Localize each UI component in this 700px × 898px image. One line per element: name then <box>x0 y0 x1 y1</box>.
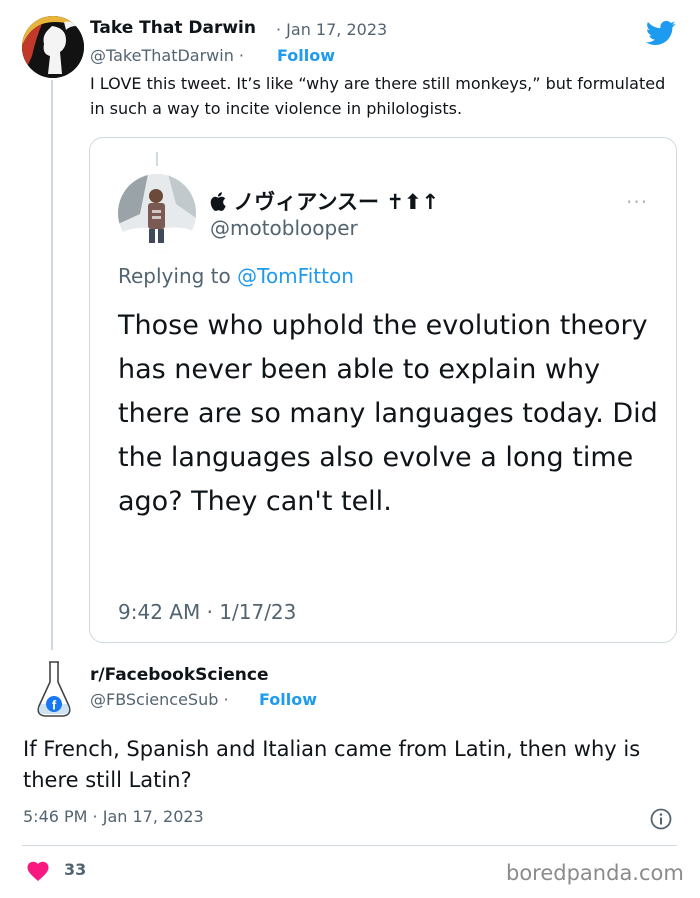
reply-time[interactable]: 5:46 PM · Jan 17, 2023 <box>23 807 204 826</box>
thread-line <box>51 80 53 650</box>
follow-button[interactable]: Follow <box>277 46 335 65</box>
follow-button[interactable]: Follow <box>259 690 317 709</box>
replying-prefix: Replying to <box>118 264 238 288</box>
watermark: boredpanda.com <box>506 861 684 885</box>
reply-text: If French, Spanish and Italian came from… <box>23 737 641 792</box>
embedded-author-name-text: ノヴィアンスー ✝︎⬆︎↑ <box>226 190 440 214</box>
replying-to: Replying to @TomFitton <box>118 264 354 288</box>
divider <box>22 845 677 846</box>
author-name[interactable]: Take That Darwin <box>90 18 256 38</box>
like-count: 33 <box>64 860 87 879</box>
reply-author-name[interactable]: r/FacebookScience <box>90 665 269 685</box>
embedded-author-name[interactable]: ノヴィアンスー ✝︎⬆︎↑ <box>210 186 439 216</box>
apple-logo-icon <box>210 192 226 211</box>
info-icon[interactable] <box>650 808 672 830</box>
embedded-tweet-time[interactable]: 9:42 AM · 1/17/23 <box>118 600 296 624</box>
heart-icon[interactable] <box>26 860 50 882</box>
embedded-tweet-text: Those who uphold the evolution theory ha… <box>118 310 658 517</box>
replying-mention-link[interactable]: @TomFitton <box>237 264 354 288</box>
author-handle[interactable]: @TakeThatDarwin · <box>90 46 244 65</box>
embedded-author-handle[interactable]: @motoblooper <box>210 216 358 240</box>
avatar[interactable] <box>22 16 84 78</box>
more-options-icon[interactable]: ··· <box>626 190 648 214</box>
tweet-text: I LOVE this tweet. It’s like “why are th… <box>90 74 666 118</box>
avatar[interactable] <box>118 174 196 252</box>
flask-avatar-icon[interactable]: f <box>36 660 72 718</box>
thread-line <box>156 152 158 166</box>
svg-text:f: f <box>52 698 57 713</box>
twitter-bird-icon[interactable] <box>644 18 678 48</box>
embedded-tweet-card[interactable]: ノヴィアンスー ✝︎⬆︎↑ @motoblooper ··· Replying … <box>89 137 677 643</box>
reply-author-handle[interactable]: @FBScienceSub · <box>90 690 229 709</box>
tweet-date[interactable]: · Jan 17, 2023 <box>276 20 387 39</box>
